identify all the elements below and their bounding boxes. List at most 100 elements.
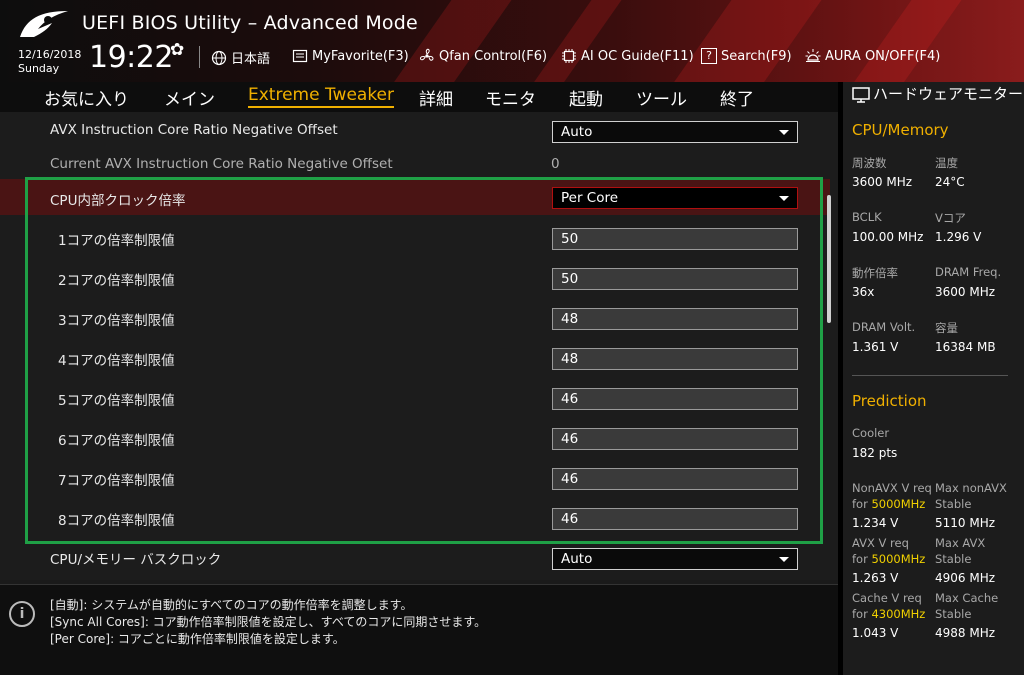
core-ratio-input[interactable]: 50 [552,228,798,250]
cache-req-label: Cache V req [852,591,922,605]
core-ratio-label: 3コアの倍率制限値 [58,313,175,329]
dropdown-arrow-icon [779,196,789,201]
tab-extreme-tweaker[interactable]: Extreme Tweaker [248,85,395,108]
cpu-ratio-select[interactable]: Per Core [552,187,798,209]
day-text: Sunday [18,62,60,75]
ai-oc-guide-button[interactable]: AI OC Guide(F11) [561,48,694,64]
core-ratio-input[interactable]: 46 [552,468,798,490]
bclk-value: 100.00 MHz [852,230,924,244]
ai-oc-guide-label: AI OC Guide(F11) [581,48,694,64]
header-stripe [841,0,969,82]
avx-freq: 5000MHz [871,552,926,566]
core-ratio-input[interactable]: 48 [552,348,798,370]
language-button[interactable]: 日本語 [211,48,270,67]
current-avx-value: 0 [551,156,560,172]
header-stripe [521,0,629,82]
core-ratio-input[interactable]: 46 [552,428,798,450]
avx-offset-row[interactable]: AVX Instruction Core Ratio Negative Offs… [0,112,830,150]
bclk-row[interactable]: CPU/メモリー バスクロック Auto [0,539,830,577]
ratio-value: 36x [852,285,875,299]
core-ratio-input[interactable]: 46 [552,508,798,530]
info-icon: i [9,601,35,627]
core-ratio-row[interactable]: 5コアの倍率制限値 46 [0,379,830,417]
tab-monitor[interactable]: モニタ [485,85,536,110]
dram-freq-value: 3600 MHz [935,285,996,299]
search-label: Search(F9) [721,48,792,64]
monitor-icon [852,87,870,103]
aura-button[interactable]: AURA ON/OFF(F4) [805,48,940,64]
core-ratio-row[interactable]: 1コアの倍率制限値 50 [0,219,830,257]
aura-light-icon [805,49,821,62]
cache-freq: 4300MHz [871,607,926,621]
current-avx-label: Current AVX Instruction Core Ratio Negat… [50,156,393,172]
dropdown-arrow-icon [779,557,789,562]
tab-boot[interactable]: 起動 [569,85,603,110]
max-cache-label: Max Cache [935,591,999,605]
avx-offset-select[interactable]: Auto [552,121,798,143]
qfan-button[interactable]: Qfan Control(F6) [419,48,547,64]
ratio-label: 動作倍率 [852,266,898,280]
core-ratio-input[interactable]: 46 [552,388,798,410]
core-ratio-input[interactable]: 50 [552,268,798,290]
gear-icon[interactable]: ✿ [170,40,184,60]
vcore-value: 1.296 V [935,230,982,244]
header-bar: UEFI BIOS Utility – Advanced Mode 12/16/… [0,0,1024,82]
hardware-monitor-panel: ハードウェアモニター CPU/Memory 周波数 温度 3600 MHz 24… [843,82,1024,675]
max-cache-value: 4988 MHz [935,626,996,640]
for-label: for [852,497,868,511]
myfavorite-button[interactable]: MyFavorite(F3) [292,48,409,64]
max-avx-label: Max AVX [935,536,986,550]
tab-tool[interactable]: ツール [636,85,687,110]
prediction-heading: Prediction [852,392,927,410]
rog-logo-icon [20,11,68,37]
dram-volt-value: 1.361 V [852,340,899,354]
tab-exit[interactable]: 終了 [720,85,754,110]
dram-volt-label: DRAM Volt. [852,320,916,334]
core-ratio-row[interactable]: 8コアの倍率制限値 46 [0,499,830,537]
core-ratio-row[interactable]: 7コアの倍率制限値 46 [0,459,830,497]
settings-panel: AVX Instruction Core Ratio Negative Offs… [0,112,838,580]
language-label: 日本語 [231,52,271,67]
cpu-ratio-row[interactable]: CPU内部クロック倍率 Per Core [0,179,830,215]
max-nonavx-label: Max nonAVX [935,481,1007,495]
help-line: [Sync All Cores]: コア動作倍率制限値を設定し、すべてのコアに同… [50,615,487,629]
bclk-select[interactable]: Auto [552,548,798,570]
fan-icon [419,48,434,61]
avx-req-value: 1.263 V [852,571,899,585]
bclk-label: BCLK [852,210,882,224]
scrollbar-thumb[interactable] [827,195,831,323]
core-ratio-label: 4コアの倍率制限値 [58,353,175,369]
toolbar-divider [199,46,200,68]
cooler-label: Cooler [852,426,890,440]
core-ratio-row[interactable]: 3コアの倍率制限値 48 [0,299,830,337]
core-ratio-label: 2コアの倍率制限値 [58,273,175,289]
myfavorite-label: MyFavorite(F3) [312,48,409,64]
nonavx-req-label: NonAVX V req [852,481,932,495]
nonavx-freq-line: for 5000MHz [852,497,925,511]
cpu-ratio-value: Per Core [561,190,619,206]
stable-label: Stable [935,497,972,511]
aura-label: AURA ON/OFF(F4) [825,48,941,64]
dram-freq-label: DRAM Freq. [935,265,1002,279]
capacity-label: 容量 [935,321,958,335]
search-button[interactable]: ? Search(F9) [701,48,792,64]
help-panel: [自動]: システムが自動的にすべてのコアの動作倍率を調整します。 [Sync … [0,584,838,675]
tab-advanced[interactable]: 詳細 [419,85,453,110]
header-stripe [661,0,829,82]
clock-display: 19:22 [89,40,173,75]
stable-label: Stable [935,552,972,566]
core-ratio-input[interactable]: 48 [552,308,798,330]
core-ratio-row[interactable]: 4コアの倍率制限値 48 [0,339,830,377]
tab-main[interactable]: メイン [164,85,215,110]
avx-freq-line: for 5000MHz [852,552,925,566]
avx-offset-value: Auto [561,124,593,140]
core-ratio-row[interactable]: 2コアの倍率制限値 50 [0,259,830,297]
for-label: for [852,552,868,566]
menu-bar: お気に入り メイン Extreme Tweaker 詳細 モニタ 起動 ツール … [0,82,838,112]
cooler-value: 182 pts [852,446,898,460]
core-ratio-label: 1コアの倍率制限値 [58,233,175,249]
tab-favorites[interactable]: お気に入り [44,85,129,110]
core-ratio-row[interactable]: 6コアの倍率制限値 46 [0,419,830,457]
freq-label: 周波数 [852,156,887,170]
nonavx-req-value: 1.234 V [852,516,899,530]
